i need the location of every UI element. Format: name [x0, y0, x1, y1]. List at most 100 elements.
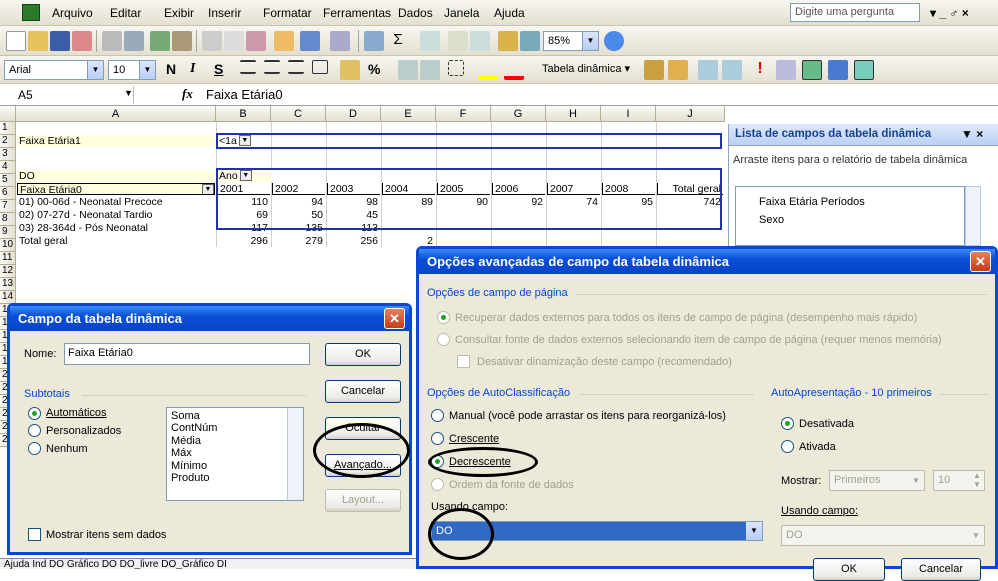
- ok-button[interactable]: OK: [325, 343, 401, 366]
- autoshow-on-radio[interactable]: [781, 440, 794, 453]
- field-list-scrollbar[interactable]: [965, 186, 981, 246]
- row-header[interactable]: 10: [0, 239, 16, 252]
- help-search-box[interactable]: Digite uma pergunta: [790, 3, 920, 22]
- subtotal-none-radio[interactable]: [28, 442, 41, 455]
- row-header[interactable]: 4: [0, 161, 16, 174]
- refresh-icon[interactable]: !: [750, 60, 770, 80]
- row-label[interactable]: 03) 28-364d - Pós Neonatal: [17, 222, 215, 234]
- chevron-down-icon[interactable]: ▼: [968, 526, 984, 545]
- redo-icon[interactable]: [330, 31, 350, 51]
- copy-icon[interactable]: [224, 31, 244, 51]
- using-field2-select[interactable]: DO ▼: [781, 525, 985, 546]
- chevron-down-icon[interactable]: ▼: [746, 522, 762, 540]
- menu-ferramentas[interactable]: Ferramentas: [323, 6, 391, 20]
- function-item[interactable]: ContNúm: [171, 422, 299, 434]
- col-header-b[interactable]: B: [216, 106, 271, 122]
- cancel-button[interactable]: Cancelar: [325, 380, 401, 403]
- fill-color-icon[interactable]: [478, 60, 498, 80]
- autoshow-off-radio[interactable]: [781, 417, 794, 430]
- dropdown-icon[interactable]: ▼: [202, 184, 214, 194]
- close-icon[interactable]: ✕: [970, 251, 991, 272]
- value-cell[interactable]: 279: [272, 235, 325, 247]
- font-color-icon[interactable]: [504, 60, 524, 80]
- sort-asc-radio[interactable]: [431, 432, 444, 445]
- hide-detail-icon[interactable]: [698, 60, 718, 80]
- col-header-a[interactable]: A: [16, 106, 216, 122]
- menu-janela[interactable]: Janela: [444, 6, 479, 20]
- page-opt1-radio[interactable]: [437, 311, 450, 324]
- row-header[interactable]: 12: [0, 265, 16, 278]
- field-item-sexo[interactable]: Sexo: [759, 214, 784, 226]
- name-box-dropdown-icon[interactable]: ▼: [124, 88, 133, 98]
- adv-cancel-button[interactable]: Cancelar: [901, 558, 981, 581]
- undo-icon[interactable]: [300, 31, 320, 51]
- merge-center-icon[interactable]: [312, 60, 328, 74]
- chevron-down-icon[interactable]: ▼: [139, 61, 155, 79]
- adv-ok-button[interactable]: OK: [813, 558, 885, 581]
- sort-desc-icon[interactable]: [470, 31, 490, 51]
- row-header[interactable]: 13: [0, 278, 16, 291]
- align-center-icon[interactable]: [264, 60, 280, 74]
- research-icon[interactable]: [172, 31, 192, 51]
- spelling-icon[interactable]: [150, 31, 170, 51]
- col-header-d[interactable]: D: [326, 106, 381, 122]
- row-header[interactable]: 1: [0, 122, 16, 135]
- menu-exibir[interactable]: Exibir: [164, 6, 194, 20]
- format-painter-icon[interactable]: [274, 31, 294, 51]
- value-cell[interactable]: 296: [217, 235, 270, 247]
- row-header[interactable]: 11: [0, 252, 16, 265]
- field-list-icon[interactable]: [854, 60, 874, 80]
- menu-inserir[interactable]: Inserir: [208, 6, 241, 20]
- show-detail-icon[interactable]: [722, 60, 742, 80]
- borders-icon[interactable]: [448, 60, 464, 76]
- show-count-spinner[interactable]: 10 ▲ ▼: [933, 470, 985, 491]
- percent-button[interactable]: %: [368, 61, 380, 77]
- chevron-down-icon[interactable]: ▼: [908, 471, 924, 490]
- row-label[interactable]: Total geral: [17, 235, 215, 247]
- function-item[interactable]: Média: [171, 435, 299, 447]
- formula-input[interactable]: Faixa Etária0: [206, 87, 283, 102]
- format-report-icon[interactable]: [644, 60, 664, 80]
- menu-dados[interactable]: Dados: [398, 6, 433, 20]
- function-item[interactable]: Mínimo: [171, 460, 299, 472]
- drawing-icon[interactable]: [520, 31, 540, 51]
- currency-icon[interactable]: [340, 60, 360, 80]
- subtotal-custom-radio[interactable]: [28, 424, 41, 437]
- sort-asc-icon[interactable]: [420, 31, 440, 51]
- chevron-down-icon[interactable]: ▼: [582, 32, 598, 50]
- page-field-label[interactable]: Faixa Etária1: [17, 135, 215, 147]
- row-header[interactable]: 3: [0, 148, 16, 161]
- sort-manual-radio[interactable]: [431, 409, 444, 422]
- sort-source-radio[interactable]: [431, 478, 444, 491]
- col-header-h[interactable]: H: [546, 106, 601, 122]
- name-box[interactable]: A5: [14, 86, 134, 104]
- decrease-indent-icon[interactable]: [398, 60, 418, 80]
- data-field-label[interactable]: DO: [17, 170, 215, 182]
- menu-formatar[interactable]: Formatar: [263, 6, 312, 20]
- row-header[interactable]: 6: [0, 187, 16, 200]
- hyperlink-icon[interactable]: [364, 31, 384, 51]
- new-icon[interactable]: [6, 31, 26, 51]
- cut-icon[interactable]: [202, 31, 222, 51]
- print-icon[interactable]: [102, 31, 122, 51]
- menu-editar[interactable]: Editar: [110, 6, 141, 20]
- align-left-icon[interactable]: [240, 60, 256, 74]
- subtotal-auto-radio[interactable]: [28, 407, 41, 420]
- row-header[interactable]: 7: [0, 200, 16, 213]
- show-select[interactable]: Primeiros ▼: [829, 470, 925, 491]
- print-preview-icon[interactable]: [124, 31, 144, 51]
- function-item[interactable]: Máx: [171, 447, 299, 459]
- window-controls[interactable]: ▾ _ ♂ ×: [930, 6, 969, 20]
- col-header-i[interactable]: I: [601, 106, 656, 122]
- col-header-c[interactable]: C: [271, 106, 326, 122]
- paste-icon[interactable]: [246, 31, 266, 51]
- value-cell[interactable]: 256: [327, 235, 380, 247]
- menu-arquivo[interactable]: Arquivo: [52, 6, 93, 20]
- spinner-icon[interactable]: ▲ ▼: [970, 471, 984, 490]
- save-icon[interactable]: [50, 31, 70, 51]
- row-header[interactable]: 5: [0, 174, 16, 187]
- page-opt2-radio[interactable]: [437, 333, 450, 346]
- task-pane-close-icon[interactable]: ▼ ×: [961, 127, 983, 141]
- functions-scrollbar[interactable]: [287, 408, 303, 500]
- always-display-icon[interactable]: [802, 60, 822, 80]
